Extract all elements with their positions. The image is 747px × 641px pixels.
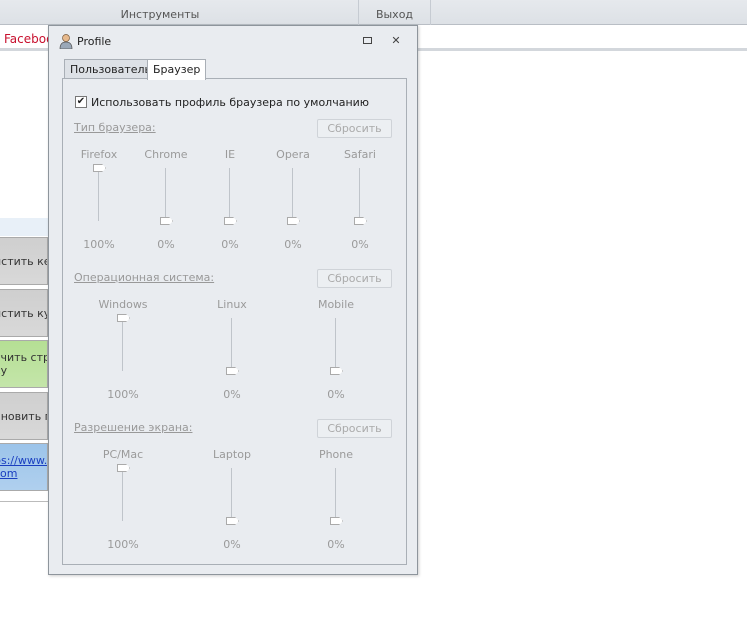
use-default-label: Использовать профиль браузера по умолчан…: [91, 96, 370, 109]
action-button-label: истить куки: [0, 306, 47, 320]
slider-value: 0%: [327, 538, 345, 551]
slider-label: Safari: [344, 148, 376, 161]
slider-track[interactable]: [231, 318, 232, 371]
tab-user[interactable]: Пользователь: [64, 59, 158, 79]
slider-label: IE: [224, 148, 236, 161]
use-default-checkbox[interactable]: ✔: [75, 96, 87, 108]
slider-thumb[interactable]: [287, 217, 300, 225]
slider-track[interactable]: [122, 468, 123, 521]
slider-value: 0%: [157, 238, 175, 251]
slider-label: Firefox: [80, 148, 118, 161]
slider-thumb[interactable]: [226, 517, 239, 525]
slider-track[interactable]: [98, 168, 99, 221]
action-button-label: учить стр ку: [0, 351, 47, 377]
slider-thumb[interactable]: [117, 314, 130, 322]
section-title: Разрешение экрана:: [74, 421, 193, 434]
divider: [0, 501, 48, 502]
user-icon: [59, 34, 73, 49]
restore-button[interactable]: [360, 34, 374, 48]
slider-track[interactable]: [229, 168, 230, 221]
slider-track[interactable]: [335, 318, 336, 371]
slider-value: 100%: [107, 538, 139, 551]
slider-thumb[interactable]: [160, 217, 173, 225]
close-icon: ✕: [391, 34, 401, 47]
dialog-title: Profile: [77, 35, 112, 48]
slider-track[interactable]: [292, 168, 293, 221]
profile-dialog: Profile ✕ Пользователь Браузер ✔ Использ…: [48, 25, 418, 575]
slider-label: Windows: [98, 298, 148, 311]
slider-thumb[interactable]: [93, 164, 106, 172]
action-button[interactable]: истить куки: [0, 289, 48, 337]
slider-value: 0%: [327, 388, 345, 401]
slider-value: 0%: [351, 238, 369, 251]
tab-browser[interactable]: Браузер: [147, 59, 207, 80]
slider-value: 0%: [221, 238, 239, 251]
slider-thumb[interactable]: [354, 217, 367, 225]
slider-track[interactable]: [165, 168, 166, 221]
ribbon: Инструменты Выход: [0, 0, 747, 25]
slider-label: Opera: [276, 148, 310, 161]
action-button-label: ps://www.l com: [0, 454, 48, 480]
ribbon-group-exit: Выход: [375, 8, 414, 21]
slider-track[interactable]: [359, 168, 360, 221]
slider-track[interactable]: [231, 468, 232, 521]
slider-label: PC/Mac: [102, 448, 144, 461]
section-title: Тип браузера:: [74, 121, 156, 134]
action-button-label: истить кеш: [0, 254, 47, 268]
section-title: Операционная система:: [74, 271, 215, 284]
action-button[interactable]: ановить п: [0, 392, 48, 440]
action-button[interactable]: истить кеш: [0, 237, 48, 285]
slider-thumb[interactable]: [226, 367, 239, 375]
reset-button[interactable]: Сбросить: [317, 269, 392, 288]
slider-thumb[interactable]: [117, 464, 130, 472]
reset-button[interactable]: Сбросить: [317, 119, 392, 138]
restore-icon: [362, 37, 372, 44]
slider-thumb[interactable]: [330, 367, 343, 375]
slider-value: 100%: [107, 388, 139, 401]
slider-value: 0%: [223, 388, 241, 401]
slider-track[interactable]: [122, 318, 123, 371]
action-button-label: ановить п: [0, 409, 47, 423]
action-button[interactable]: учить стр ку: [0, 340, 48, 388]
slider-label: Mobile: [317, 298, 355, 311]
browser-tab-panel: ✔ Использовать профиль браузера по умолч…: [62, 78, 407, 565]
reset-button[interactable]: Сбросить: [317, 419, 392, 438]
tab-facebook[interactable]: Faceboo: [4, 32, 53, 46]
close-button[interactable]: ✕: [389, 34, 403, 48]
slider-thumb[interactable]: [330, 517, 343, 525]
ribbon-group-tools: Инструменты: [120, 8, 200, 21]
slider-label: Linux: [217, 298, 247, 311]
panel-header: [0, 218, 48, 236]
slider-label: Phone: [318, 448, 354, 461]
slider-label: Chrome: [144, 148, 188, 161]
slider-thumb[interactable]: [224, 217, 237, 225]
slider-value: 0%: [223, 538, 241, 551]
slider-value: 100%: [83, 238, 115, 251]
slider-value: 0%: [284, 238, 302, 251]
slider-track[interactable]: [335, 468, 336, 521]
slider-label: Laptop: [213, 448, 251, 461]
action-button[interactable]: ps://www.l com: [0, 443, 48, 491]
divider: [430, 0, 431, 25]
